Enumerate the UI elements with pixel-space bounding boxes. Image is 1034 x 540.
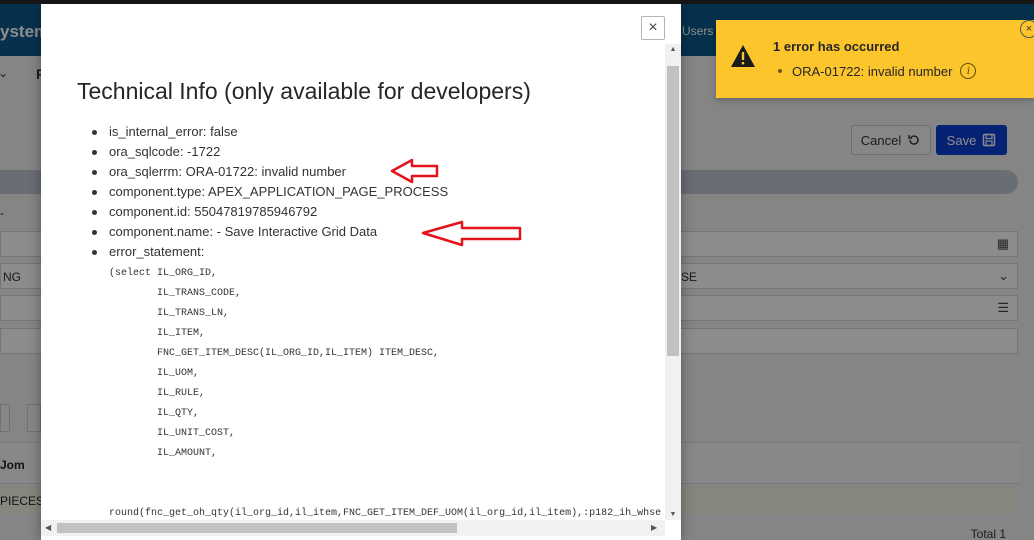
list-item: ora_sqlerrm: ORA-01722: invalid number bbox=[77, 162, 665, 182]
info-item-text: ora_sqlerrm: ORA-01722: invalid number bbox=[109, 164, 346, 179]
notification-close-button[interactable]: × bbox=[1020, 20, 1034, 38]
vertical-scrollbar[interactable]: ▲ ▼ bbox=[665, 44, 681, 520]
code-line: IL_UNIT_COST, bbox=[109, 428, 236, 439]
scrollbar-thumb[interactable] bbox=[667, 66, 679, 356]
close-button[interactable]: × bbox=[641, 16, 665, 40]
scroll-right-icon[interactable]: ▶ bbox=[651, 523, 657, 532]
bullet-icon bbox=[92, 230, 97, 235]
bullet-icon bbox=[92, 250, 97, 255]
technical-info-dialog: × Technical Info (only available for dev… bbox=[41, 4, 681, 540]
code-line: FNC_GET_ITEM_DESC(IL_ORG_ID,IL_ITEM) ITE… bbox=[109, 348, 440, 359]
info-item-text: is_internal_error: false bbox=[109, 124, 238, 139]
code-line: IL_TRANS_CODE, bbox=[109, 288, 242, 299]
info-item-text: component.type: APEX_APPLICATION_PAGE_PR… bbox=[109, 184, 449, 199]
info-item-text: component.id: 55047819785946792 bbox=[109, 204, 318, 219]
scroll-down-icon[interactable]: ▼ bbox=[665, 511, 681, 518]
list-item: component.name: - Save Interactive Grid … bbox=[77, 222, 665, 242]
code-line: IL_UOM, bbox=[109, 368, 200, 379]
info-item-text: component.name: - Save Interactive Grid … bbox=[109, 224, 378, 239]
annotation-arrow-icon bbox=[421, 220, 522, 247]
warning-icon bbox=[731, 45, 755, 67]
scroll-left-icon[interactable]: ◀ bbox=[45, 523, 51, 532]
info-icon[interactable]: i bbox=[960, 63, 977, 79]
bullet-icon bbox=[778, 69, 782, 73]
code-line: IL_AMOUNT, bbox=[109, 448, 218, 459]
bullet-icon bbox=[92, 150, 97, 155]
scroll-up-icon[interactable]: ▲ bbox=[665, 46, 681, 53]
dialog-title: Technical Info (only available for devel… bbox=[77, 78, 531, 104]
list-item: error_statement: bbox=[77, 242, 665, 262]
code-line: IL_TRANS_LN, bbox=[109, 308, 230, 319]
list-item: ora_sqlcode: -1722 bbox=[77, 142, 665, 162]
list-item: component.type: APEX_APPLICATION_PAGE_PR… bbox=[77, 182, 665, 202]
scrollbar-thumb[interactable] bbox=[57, 523, 457, 533]
list-item: component.id: 55047819785946792 bbox=[77, 202, 665, 222]
close-icon: × bbox=[648, 19, 658, 36]
bullet-icon bbox=[92, 170, 97, 175]
bullet-icon bbox=[92, 190, 97, 195]
code-line: IL_RULE, bbox=[109, 388, 206, 399]
notification-message[interactable]: ORA-01722: invalid number i bbox=[778, 63, 977, 79]
dialog-content[interactable]: Technical Info (only available for devel… bbox=[41, 44, 665, 520]
code-line: IL_QTY, bbox=[109, 408, 200, 419]
info-item-text: error_statement: bbox=[109, 244, 205, 259]
notification-title: 1 error has occurred bbox=[773, 39, 900, 54]
technical-info-list: is_internal_error: false ora_sqlcode: -1… bbox=[77, 122, 665, 262]
horizontal-scrollbar[interactable]: ◀ ▶ bbox=[41, 520, 665, 536]
bullet-icon bbox=[92, 130, 97, 135]
close-icon: × bbox=[1025, 23, 1033, 35]
error-notification: 1 error has occurred ORA-01722: invalid … bbox=[716, 20, 1034, 98]
code-line: (select IL_ORG_ID, bbox=[109, 268, 218, 279]
bullet-icon bbox=[92, 210, 97, 215]
annotation-arrow-icon bbox=[390, 158, 439, 184]
code-line: round(fnc_get_oh_qty(il_org_id,il_item,F… bbox=[109, 508, 662, 519]
info-item-text: ora_sqlcode: -1722 bbox=[109, 144, 221, 159]
error-statement-code: (select IL_ORG_ID, IL_TRANS_CODE, IL_TRA… bbox=[109, 264, 665, 520]
code-line: IL_ITEM, bbox=[109, 328, 206, 339]
list-item: is_internal_error: false bbox=[77, 122, 665, 142]
error-message-text[interactable]: ORA-01722: invalid number bbox=[792, 64, 952, 79]
